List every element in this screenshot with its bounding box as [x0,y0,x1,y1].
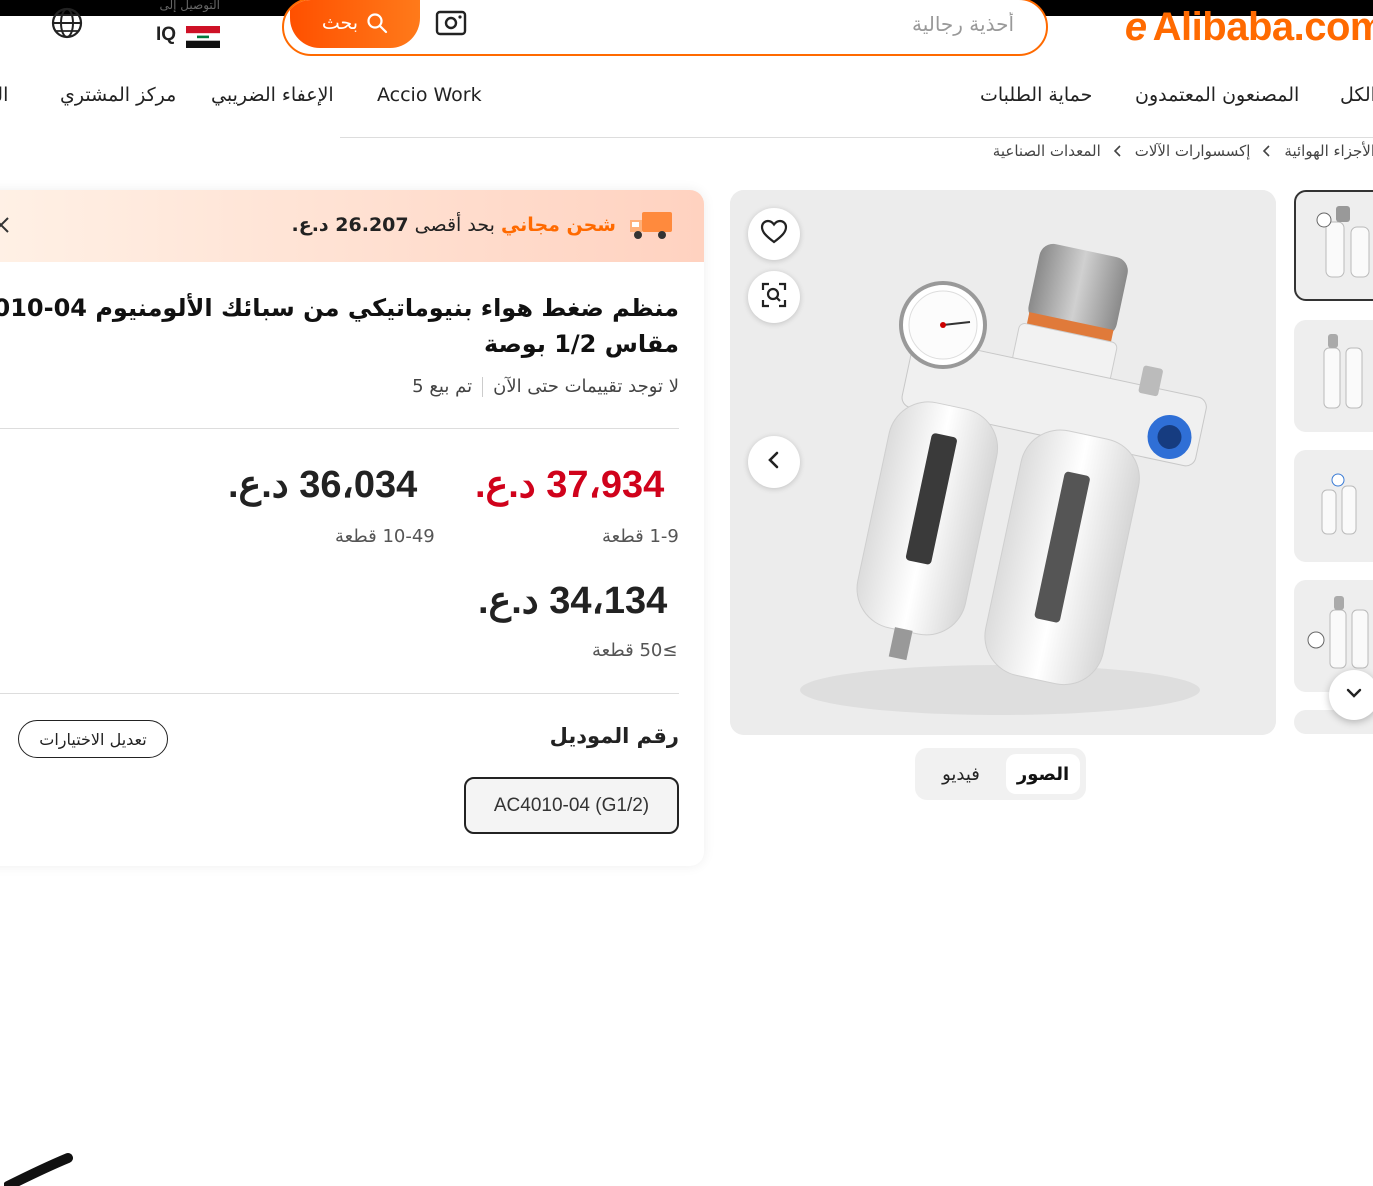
chevron-down-icon [1343,682,1365,708]
image-search-icon[interactable] [434,6,468,38]
search-box: بحث [282,0,1048,56]
search-input[interactable] [494,6,1014,42]
breadcrumb-pneumatic-parts[interactable]: الأجزاء الهوائية [1284,142,1373,160]
heart-icon [760,219,788,249]
nav-tax-exemption[interactable]: الإعفاء الضريبي [211,84,334,106]
nav-accio-work[interactable]: Accio Work [377,84,482,106]
price-tier-1: 37،934 د.ع. [475,464,665,506]
nav-order-protection[interactable]: حماية الطلبات [980,84,1092,106]
breadcrumb: المعدات الصناعية إكسسوارات الآلات الأجزا… [993,142,1373,160]
product-info-panel: شحن مجاني بحد أقصى 26.207 د.ع. منظم ضغط … [0,190,704,866]
nav-divider [340,137,1373,138]
model-number-label: رقم الموديل [549,724,679,748]
qty-tier-2: 10-49 قطعة [335,526,435,547]
thumbnail-3[interactable] [1294,450,1373,562]
price-tier-3: 34،134 د.ع. [478,580,668,622]
tab-photos[interactable]: الصور [1006,754,1080,794]
alibaba-logo[interactable]: e Alibaba.com [1125,4,1373,50]
breadcrumb-machine-accessories[interactable]: إكسسوارات الآلات [1135,142,1251,160]
thumbnail-2[interactable] [1294,320,1373,432]
divider [0,428,679,429]
nav-more[interactable]: التـ [0,84,8,106]
chevron-icon [1260,144,1274,158]
thumbnail-1[interactable] [1294,190,1373,301]
price-tier-2: 36،034 د.ع. [228,464,418,506]
search-icon [366,12,388,34]
search-button[interactable]: بحث [290,0,420,48]
nav-buyer-center[interactable]: مركز المشتري [60,84,176,106]
country-selector[interactable]: التوصيل إلى IQ [150,0,230,50]
image-search-icon [760,281,788,313]
pen-mark-decoration [4,1153,73,1186]
product-photo [730,190,1276,735]
shipping-limit-label: بحد أقصى [414,214,495,236]
qty-tier-3: ≥50 قطعة [592,640,678,661]
iraq-flag-icon [186,26,220,48]
reviews-text[interactable]: لا توجد تقييمات حتى الآن [493,376,679,397]
search-button-label: بحث [321,12,359,34]
tab-video[interactable]: فيديو [921,754,1001,794]
product-meta: لا توجد تقييمات حتى الآن تم بيع 5 [412,376,679,397]
free-shipping-label: شحن مجاني [500,214,616,236]
shipping-text: شحن مجاني بحد أقصى 26.207 د.ع. [292,214,617,236]
deliver-to-label: التوصيل إلى [159,0,220,12]
truck-icon [628,208,674,242]
meta-separator [482,376,484,397]
product-title: منظم ضغط هواء بنيوماتيكي من سبائك الألوم… [0,294,679,358]
chevron-left-icon [763,449,785,475]
visual-search-button[interactable] [748,271,800,323]
main-product-image[interactable] [730,190,1276,735]
media-tabs: الصور فيديو [915,748,1086,800]
nav-all-categories[interactable]: الكل [1340,84,1373,106]
favorite-button[interactable] [748,208,800,260]
breadcrumb-industrial-equipment[interactable]: المعدات الصناعية [993,142,1101,160]
country-code: IQ [156,24,177,45]
globe-language-icon[interactable] [50,6,84,40]
model-option-selected[interactable]: AC4010-04 (G1/2) [464,777,679,834]
close-icon[interactable] [0,216,10,234]
free-shipping-banner: شحن مجاني بحد أقصى 26.207 د.ع. [0,190,704,262]
nav-verified-manufacturers[interactable]: المصنعون المعتمدون [1135,84,1299,106]
chevron-icon [1111,144,1125,158]
divider [0,693,679,694]
previous-image-button[interactable] [748,436,800,488]
sold-count: تم بيع 5 [412,376,473,397]
shipping-amount: 26.207 د.ع. [291,214,409,236]
edit-selections-button[interactable]: تعديل الاختيارات [18,720,168,758]
qty-tier-1: 1-9 قطعة [602,526,679,547]
thumbnails-scroll-down-button[interactable] [1329,670,1373,720]
